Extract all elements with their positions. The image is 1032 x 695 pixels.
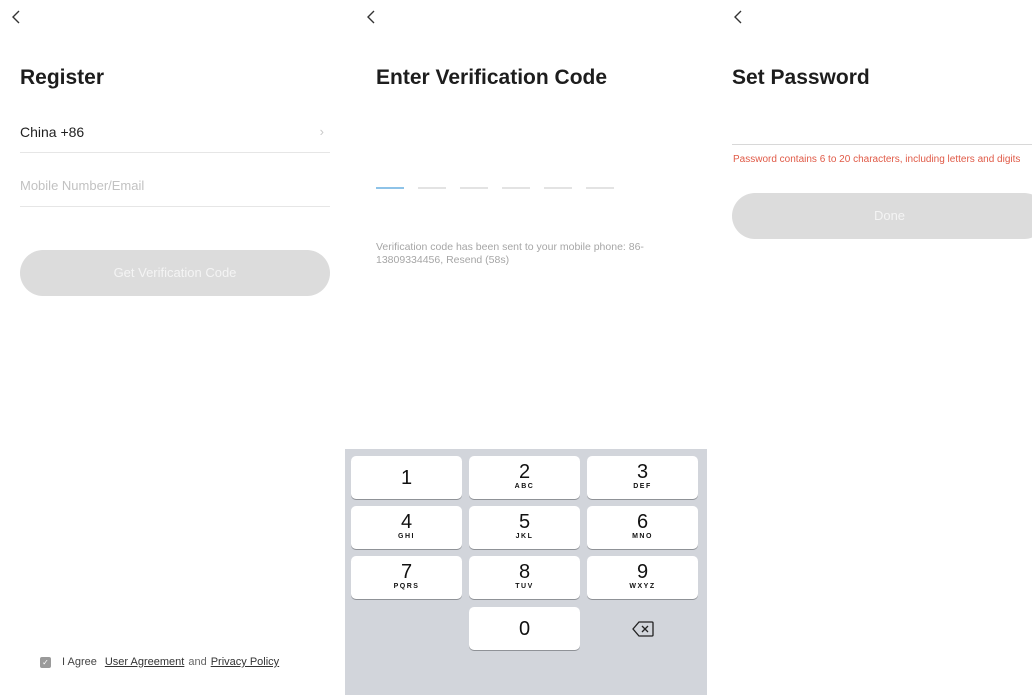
code-input[interactable] [376,187,614,189]
back-chevron-icon[interactable] [732,8,752,32]
numeric-keypad: 1 2 ABC 3 DEF 4 GHI 5 JKL 6 MNO 7 PQRS 8… [345,449,707,695]
set-password-screen: Set Password Password contains 6 to 20 c… [715,0,1032,695]
chevron-right-icon: › [319,124,324,139]
mobile-email-field[interactable] [20,170,330,207]
back-chevron-icon[interactable] [10,8,30,32]
key-4[interactable]: 4 GHI [351,506,462,549]
page-title: Register [20,66,105,89]
password-input[interactable] [732,110,1032,142]
key-5[interactable]: 5 JKL [469,506,580,549]
key-3[interactable]: 3 DEF [587,456,698,499]
agreement-row: ✓ I Agree User Agreement and Privacy Pol… [40,656,279,668]
password-hint: Password contains 6 to 20 characters, in… [733,154,1021,165]
code-slot[interactable] [586,187,614,189]
country-label: China +86 [20,124,85,140]
key-8[interactable]: 8 TUV [469,556,580,599]
code-slot[interactable] [544,187,572,189]
done-button[interactable]: Done [732,193,1032,239]
key-9[interactable]: 9 WXYZ [587,556,698,599]
page-title: Enter Verification Code [376,66,608,89]
key-0[interactable]: 0 [469,607,580,650]
and-text: and [188,656,207,668]
back-chevron-icon[interactable] [365,8,385,32]
code-slot[interactable] [418,187,446,189]
key-6[interactable]: 6 MNO [587,506,698,549]
agree-prefix: I Agree [62,656,97,668]
code-slot[interactable] [502,187,530,189]
user-agreement-link[interactable]: User Agreement [105,656,184,668]
password-field[interactable] [732,110,1032,145]
key-2[interactable]: 2 ABC [469,456,580,499]
page-title: Set Password [732,66,870,89]
delete-key-icon[interactable] [587,607,698,650]
register-screen: Register China +86 › Get Verification Co… [0,0,345,695]
code-sent-message: Verification code has been sent to your … [376,241,644,266]
key-1[interactable]: 1 [351,456,462,499]
privacy-policy-link[interactable]: Privacy Policy [211,656,279,668]
verification-screen: Enter Verification Code Verification cod… [345,0,715,695]
code-slot[interactable] [460,187,488,189]
code-slot[interactable] [376,187,404,189]
mobile-email-input[interactable] [20,170,330,200]
get-verification-code-button[interactable]: Get Verification Code [20,250,330,296]
country-selector[interactable]: China +86 › [20,116,330,153]
checkbox-icon[interactable]: ✓ [40,656,51,668]
key-7[interactable]: 7 PQRS [351,556,462,599]
